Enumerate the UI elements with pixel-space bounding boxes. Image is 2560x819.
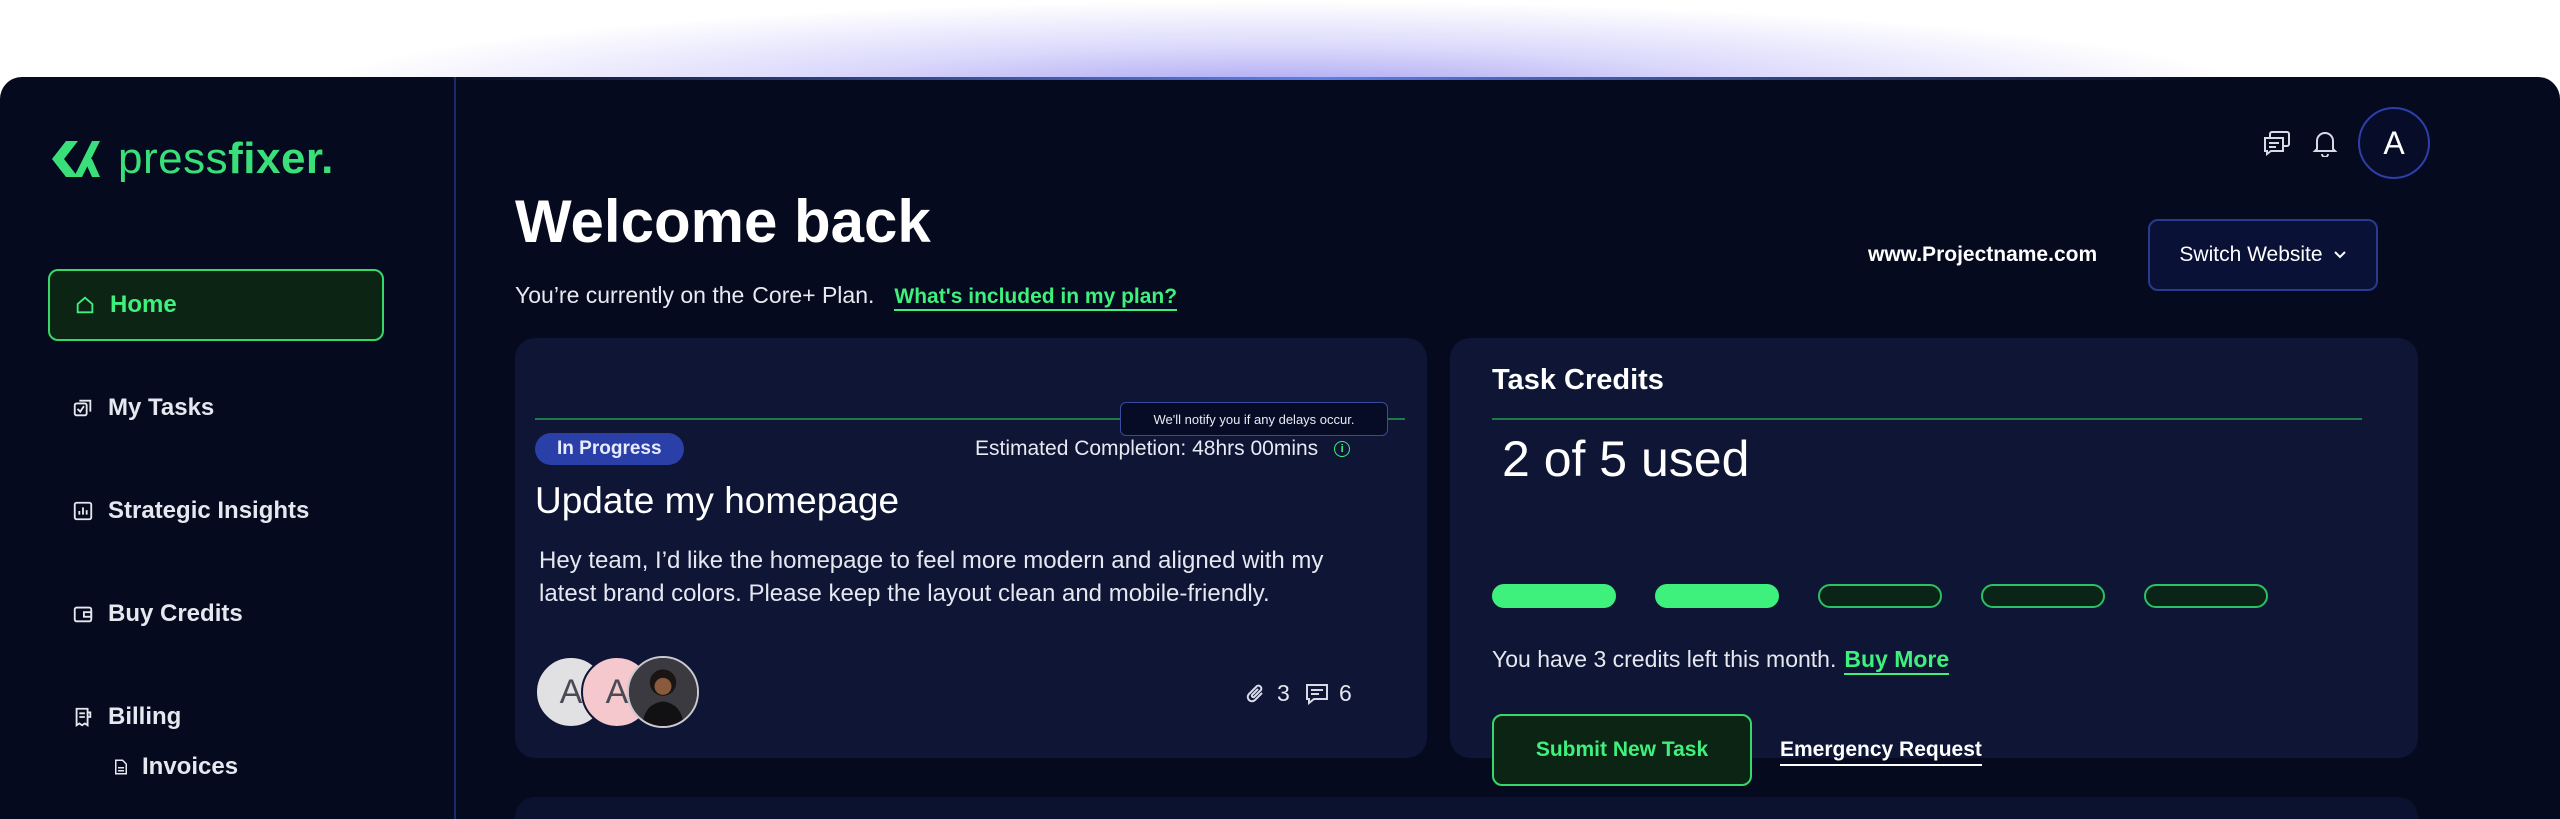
attachments-count[interactable]: 3 [1245,680,1290,707]
buy-more-link[interactable]: Buy More [1844,646,1950,675]
sidebar-subitem-label: Invoices [142,753,239,780]
bell-icon [2312,132,2338,157]
document-icon [115,759,127,775]
chart-icon [73,501,93,521]
sidebar-item-buy-credits[interactable]: Buy Credits [48,578,384,650]
page-title: Welcome back [515,188,931,255]
plan-info: You’re currently on the Core+ Plan. What… [515,282,1178,311]
sidebar: pressfixer. Home My Tasks Strategic Insi… [0,77,456,819]
credits-remaining-text: You have 3 credits left this month. [1492,646,1837,672]
pressfixer-logo-icon [52,141,100,177]
info-icon[interactable]: i [1334,441,1351,457]
credits-progress [1492,584,2268,608]
task-title[interactable]: Update my homepage [535,480,899,522]
plan-details-link[interactable]: What's included in my plan? [894,285,1178,311]
logo-text: pressfixer. [118,134,334,183]
task-description: Hey team, I’d like the homepage to feel … [539,547,1324,607]
top-accent-line [420,77,2220,80]
credit-bar-available [1818,584,1942,608]
chevron-down-icon [2333,251,2346,259]
plan-name: Core+ Plan. [752,282,875,308]
sidebar-item-label: My Tasks [108,394,215,421]
logo[interactable]: pressfixer. [48,133,334,185]
estimate-text: Estimated Completion: 48hrs 00mins [975,437,1319,460]
next-card [515,797,2418,819]
comment-icon [1306,683,1328,705]
sidebar-item-strategic-insights[interactable]: Strategic Insights [48,475,384,547]
app-window: pressfixer. Home My Tasks Strategic Insi… [0,77,2560,819]
tasks-icon [73,399,92,417]
sidebar-item-my-tasks[interactable]: My Tasks [48,372,384,444]
attachments-value: 3 [1277,680,1290,706]
user-avatar[interactable]: A [2358,107,2430,179]
chat-icon [2264,131,2290,156]
home-icon [76,296,94,314]
switch-website-button[interactable]: Switch Website [2148,219,2378,291]
sidebar-item-billing[interactable]: Billing [48,681,384,753]
plan-prefix: You’re currently on the [515,282,745,308]
credits-used: 2 of 5 used [1502,431,1750,487]
notifications-button[interactable] [2310,128,2340,158]
comments-count[interactable]: 6 [1305,680,1352,707]
sidebar-item-label: Home [110,291,177,318]
credit-bar-used [1492,584,1616,608]
messages-button[interactable] [2262,128,2292,158]
credits-remaining: You have 3 credits left this month. Buy … [1492,646,1950,675]
current-website: www.Projectname.com [1868,243,2098,266]
task-credits-title: Task Credits [1492,364,1664,396]
paperclip-icon [1246,684,1263,702]
switch-website-label: Switch Website [2179,243,2323,266]
billing-icon [75,707,92,727]
submit-new-task-button[interactable]: Submit New Task [1492,714,1752,786]
task-card[interactable]: We'll notify you if any delays occur. In… [515,338,1427,758]
sidebar-item-label: Billing [108,703,182,730]
avatar-photo[interactable] [627,656,699,728]
comments-value: 6 [1339,680,1352,706]
task-credits-card: Task Credits 2 of 5 used You have 3 cred… [1450,338,2418,786]
estimated-completion: Estimated Completion: 48hrs 00mins i [975,437,1351,461]
emergency-request-link[interactable]: Emergency Request [1780,738,1982,766]
assignee-avatars: A A [535,656,699,728]
status-badge: In Progress [535,433,684,465]
credit-bar-used [1655,584,1779,608]
wallet-icon [73,606,93,623]
sidebar-subitem-invoices[interactable]: Invoices [112,753,238,781]
top-bar-icons: A [2262,107,2430,179]
credit-bar-available [2144,584,2268,608]
sidebar-item-label: Strategic Insights [108,497,310,524]
person-photo-icon [629,658,697,726]
sidebar-item-home[interactable]: Home [48,269,384,341]
delay-tooltip: We'll notify you if any delays occur. [1120,402,1388,436]
credit-bar-available [1981,584,2105,608]
divider [1492,418,2362,420]
sidebar-item-label: Buy Credits [108,600,243,627]
